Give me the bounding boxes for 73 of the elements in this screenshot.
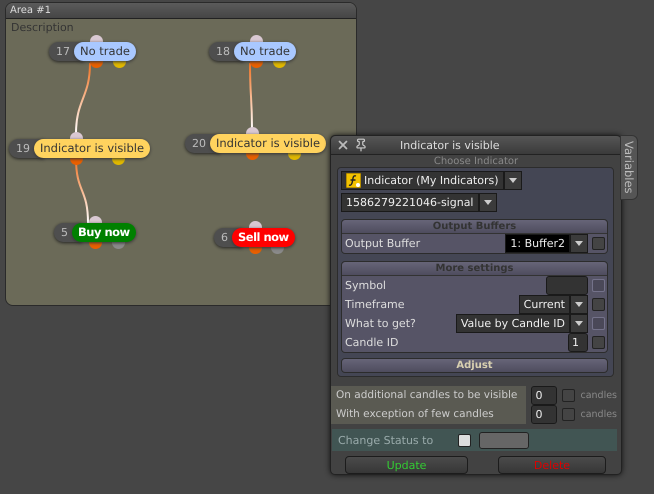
input-port[interactable] bbox=[70, 132, 83, 139]
output-port[interactable] bbox=[112, 158, 125, 165]
unit-label: candles bbox=[580, 409, 617, 420]
output-port[interactable] bbox=[88, 242, 102, 249]
close-icon[interactable] bbox=[336, 138, 350, 152]
area-description: Description bbox=[11, 21, 74, 34]
caret-icon bbox=[575, 241, 583, 246]
input-port[interactable] bbox=[88, 216, 102, 223]
indicator-select[interactable]: Indicator (My Indicators) bbox=[341, 171, 504, 190]
setting-label: Candle ID bbox=[345, 336, 400, 350]
output-port[interactable] bbox=[250, 61, 264, 68]
candles-label: On additional candles to be visible bbox=[331, 386, 526, 406]
output-port[interactable] bbox=[112, 242, 125, 249]
candles-input[interactable]: 0 bbox=[531, 386, 558, 406]
setting-label: Symbol bbox=[345, 279, 387, 292]
unit-label: candles bbox=[580, 390, 617, 402]
node-label[interactable]: Sell now bbox=[232, 228, 295, 247]
signal-select[interactable]: 1586279221046-signal bbox=[341, 193, 478, 212]
setting-input[interactable]: 1 bbox=[568, 333, 588, 352]
setting-input[interactable] bbox=[546, 276, 588, 296]
input-port[interactable] bbox=[248, 221, 262, 228]
node-label[interactable]: Indicator is visible bbox=[34, 139, 150, 158]
output-port[interactable] bbox=[70, 158, 83, 165]
input-port[interactable] bbox=[90, 35, 104, 42]
status-label: Change Status to bbox=[338, 434, 434, 447]
node-label[interactable]: No trade bbox=[234, 42, 296, 61]
caret-icon bbox=[575, 321, 583, 326]
output-port[interactable] bbox=[248, 247, 262, 254]
setting-checkbox[interactable] bbox=[592, 336, 605, 350]
caret-icon bbox=[575, 302, 583, 308]
setting-label: Timeframe bbox=[345, 298, 406, 312]
area-title: Area #1 bbox=[6, 3, 356, 19]
status-checkbox[interactable] bbox=[458, 434, 471, 447]
candles-checkbox[interactable] bbox=[562, 408, 576, 422]
setting-checkbox[interactable] bbox=[592, 298, 605, 312]
dropdown-button[interactable] bbox=[570, 234, 588, 254]
node-label[interactable]: No trade bbox=[74, 42, 136, 61]
function-icon bbox=[346, 173, 361, 188]
output-port[interactable] bbox=[246, 153, 259, 160]
adjust-bar[interactable]: Adjust bbox=[341, 358, 608, 374]
connector-line bbox=[249, 63, 253, 130]
candles-input[interactable]: 0 bbox=[531, 405, 558, 424]
section-header: Choose Indicator bbox=[434, 156, 518, 168]
pin-icon[interactable] bbox=[354, 138, 368, 152]
dropdown-button[interactable] bbox=[570, 314, 588, 334]
output-port[interactable] bbox=[90, 61, 104, 68]
setting-select[interactable]: Current bbox=[518, 295, 570, 314]
node-label[interactable]: Buy now bbox=[72, 223, 136, 242]
caret-icon bbox=[508, 178, 517, 184]
dropdown-button[interactable] bbox=[570, 295, 588, 314]
node-label[interactable]: Indicator is visible bbox=[210, 134, 326, 153]
setting-select[interactable]: 1: Buffer2 bbox=[505, 234, 570, 254]
candles-checkbox[interactable] bbox=[562, 389, 576, 402]
output-port[interactable] bbox=[288, 153, 301, 160]
section-header: More settings bbox=[342, 262, 607, 276]
status-field[interactable] bbox=[479, 432, 529, 449]
input-port[interactable] bbox=[250, 35, 264, 42]
setting-label: What to get? bbox=[345, 317, 417, 330]
output-port[interactable] bbox=[112, 61, 126, 68]
setting-label: Output Buffer bbox=[345, 237, 422, 250]
dialog-title: Indicator is visible bbox=[400, 138, 500, 152]
candles-label: With exception of few candles bbox=[331, 405, 526, 424]
dropdown-button[interactable] bbox=[478, 193, 496, 212]
dropdown-button[interactable] bbox=[504, 171, 522, 190]
update-button[interactable]: Update bbox=[345, 456, 468, 474]
output-port[interactable] bbox=[271, 247, 284, 254]
caret-icon bbox=[484, 200, 492, 206]
output-port[interactable] bbox=[272, 61, 286, 68]
section-header: Output Buffers bbox=[342, 220, 607, 234]
setting-checkbox[interactable] bbox=[592, 237, 605, 250]
connector-line bbox=[75, 62, 91, 134]
input-port[interactable] bbox=[246, 127, 259, 134]
variables-tab[interactable]: Variables bbox=[620, 135, 638, 200]
